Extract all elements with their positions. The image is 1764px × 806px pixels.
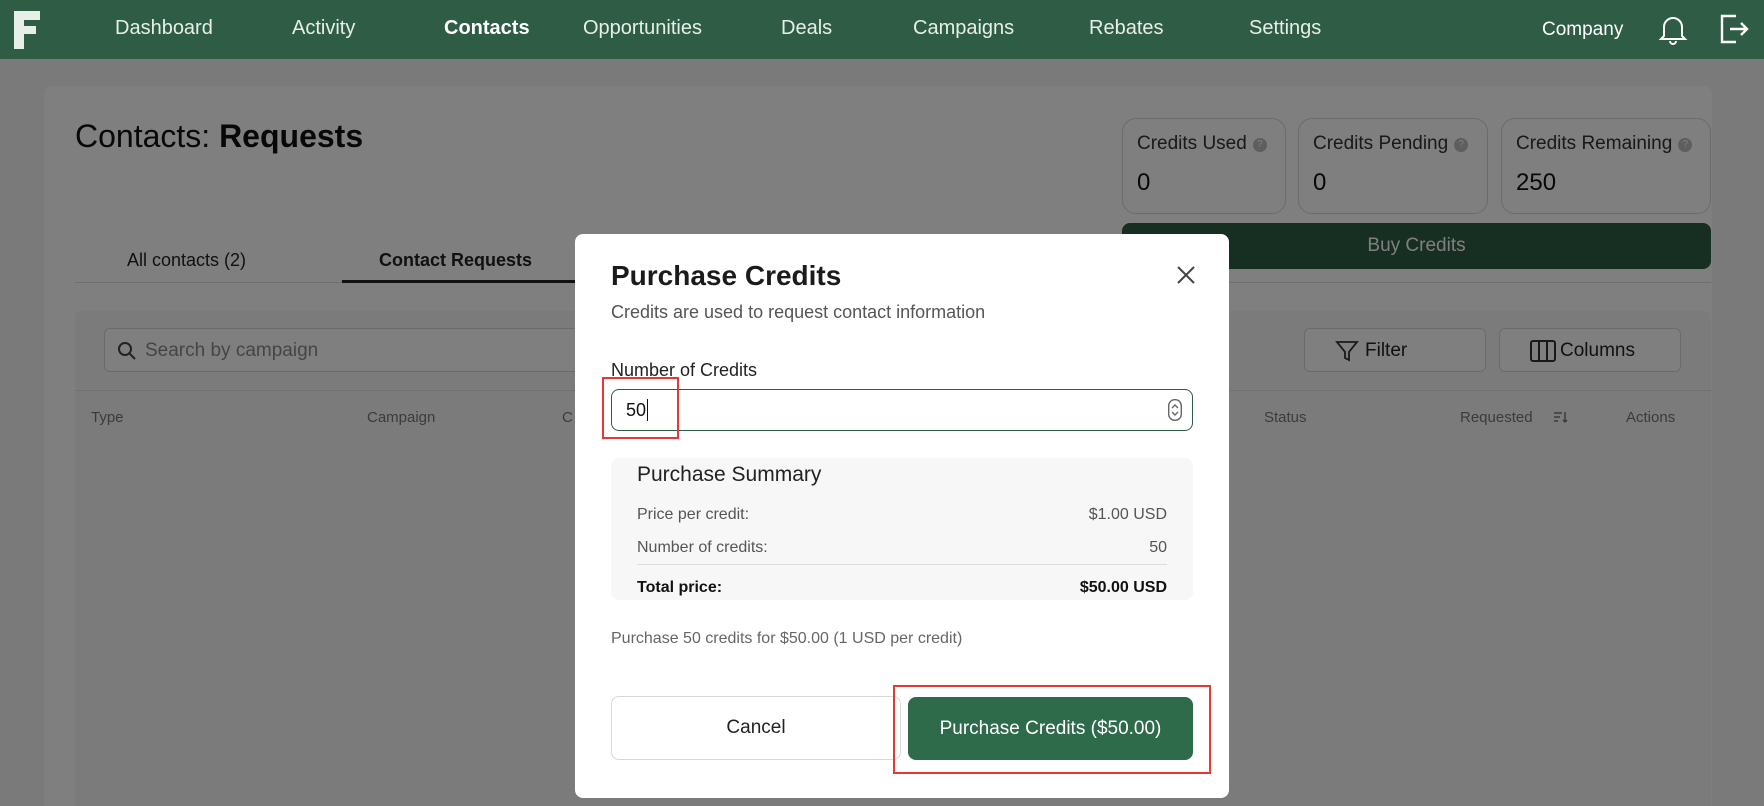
purchase-credits-modal: Purchase Credits Credits are used to req… — [575, 234, 1229, 798]
summary-value: $1.00 USD — [1088, 506, 1167, 523]
company-menu[interactable]: Company — [1542, 19, 1623, 41]
nav-dashboard[interactable]: Dashboard — [115, 17, 213, 40]
app-logo-icon[interactable] — [14, 9, 44, 51]
summary-label: Total price: — [637, 579, 723, 596]
summary-label: Price per credit: — [637, 506, 750, 523]
nav-rebates[interactable]: Rebates — [1089, 17, 1164, 40]
close-icon[interactable] — [1175, 264, 1197, 286]
summary-value: 50 — [1149, 539, 1167, 556]
highlight-box-input — [602, 377, 679, 439]
summary-row-count: Number of credits: 50 — [637, 539, 1167, 557]
logout-icon[interactable] — [1718, 13, 1750, 45]
nav-contacts[interactable]: Contacts — [444, 17, 530, 40]
nav-campaigns[interactable]: Campaigns — [913, 17, 1014, 40]
nav-deals[interactable]: Deals — [781, 17, 832, 40]
summary-value: $50.00 USD — [1079, 579, 1167, 596]
nav-activity[interactable]: Activity — [292, 17, 355, 40]
modal-title: Purchase Credits — [611, 260, 842, 291]
modal-subtitle: Credits are used to request contact info… — [611, 302, 986, 322]
cancel-button[interactable]: Cancel — [611, 696, 901, 760]
highlight-box-purchase — [893, 685, 1211, 774]
summary-label: Number of credits: — [637, 539, 768, 556]
summary-row-total: Total price: $50.00 USD — [637, 579, 1167, 597]
summary-title: Purchase Summary — [637, 463, 822, 486]
stepper-icon[interactable] — [1168, 399, 1182, 421]
purchase-summary: Purchase Summary Price per credit: $1.00… — [611, 458, 1193, 600]
summary-row-price: Price per credit: $1.00 USD — [637, 506, 1167, 524]
purchase-note: Purchase 50 credits for $50.00 (1 USD pe… — [611, 630, 963, 647]
credits-number-input[interactable]: 50 — [611, 389, 1193, 431]
nav-settings[interactable]: Settings — [1249, 17, 1321, 40]
summary-divider — [637, 564, 1167, 565]
nav-opportunities[interactable]: Opportunities — [583, 17, 702, 40]
bell-icon[interactable] — [1658, 13, 1688, 45]
top-nav: Dashboard Activity Contacts Opportunitie… — [0, 0, 1764, 59]
